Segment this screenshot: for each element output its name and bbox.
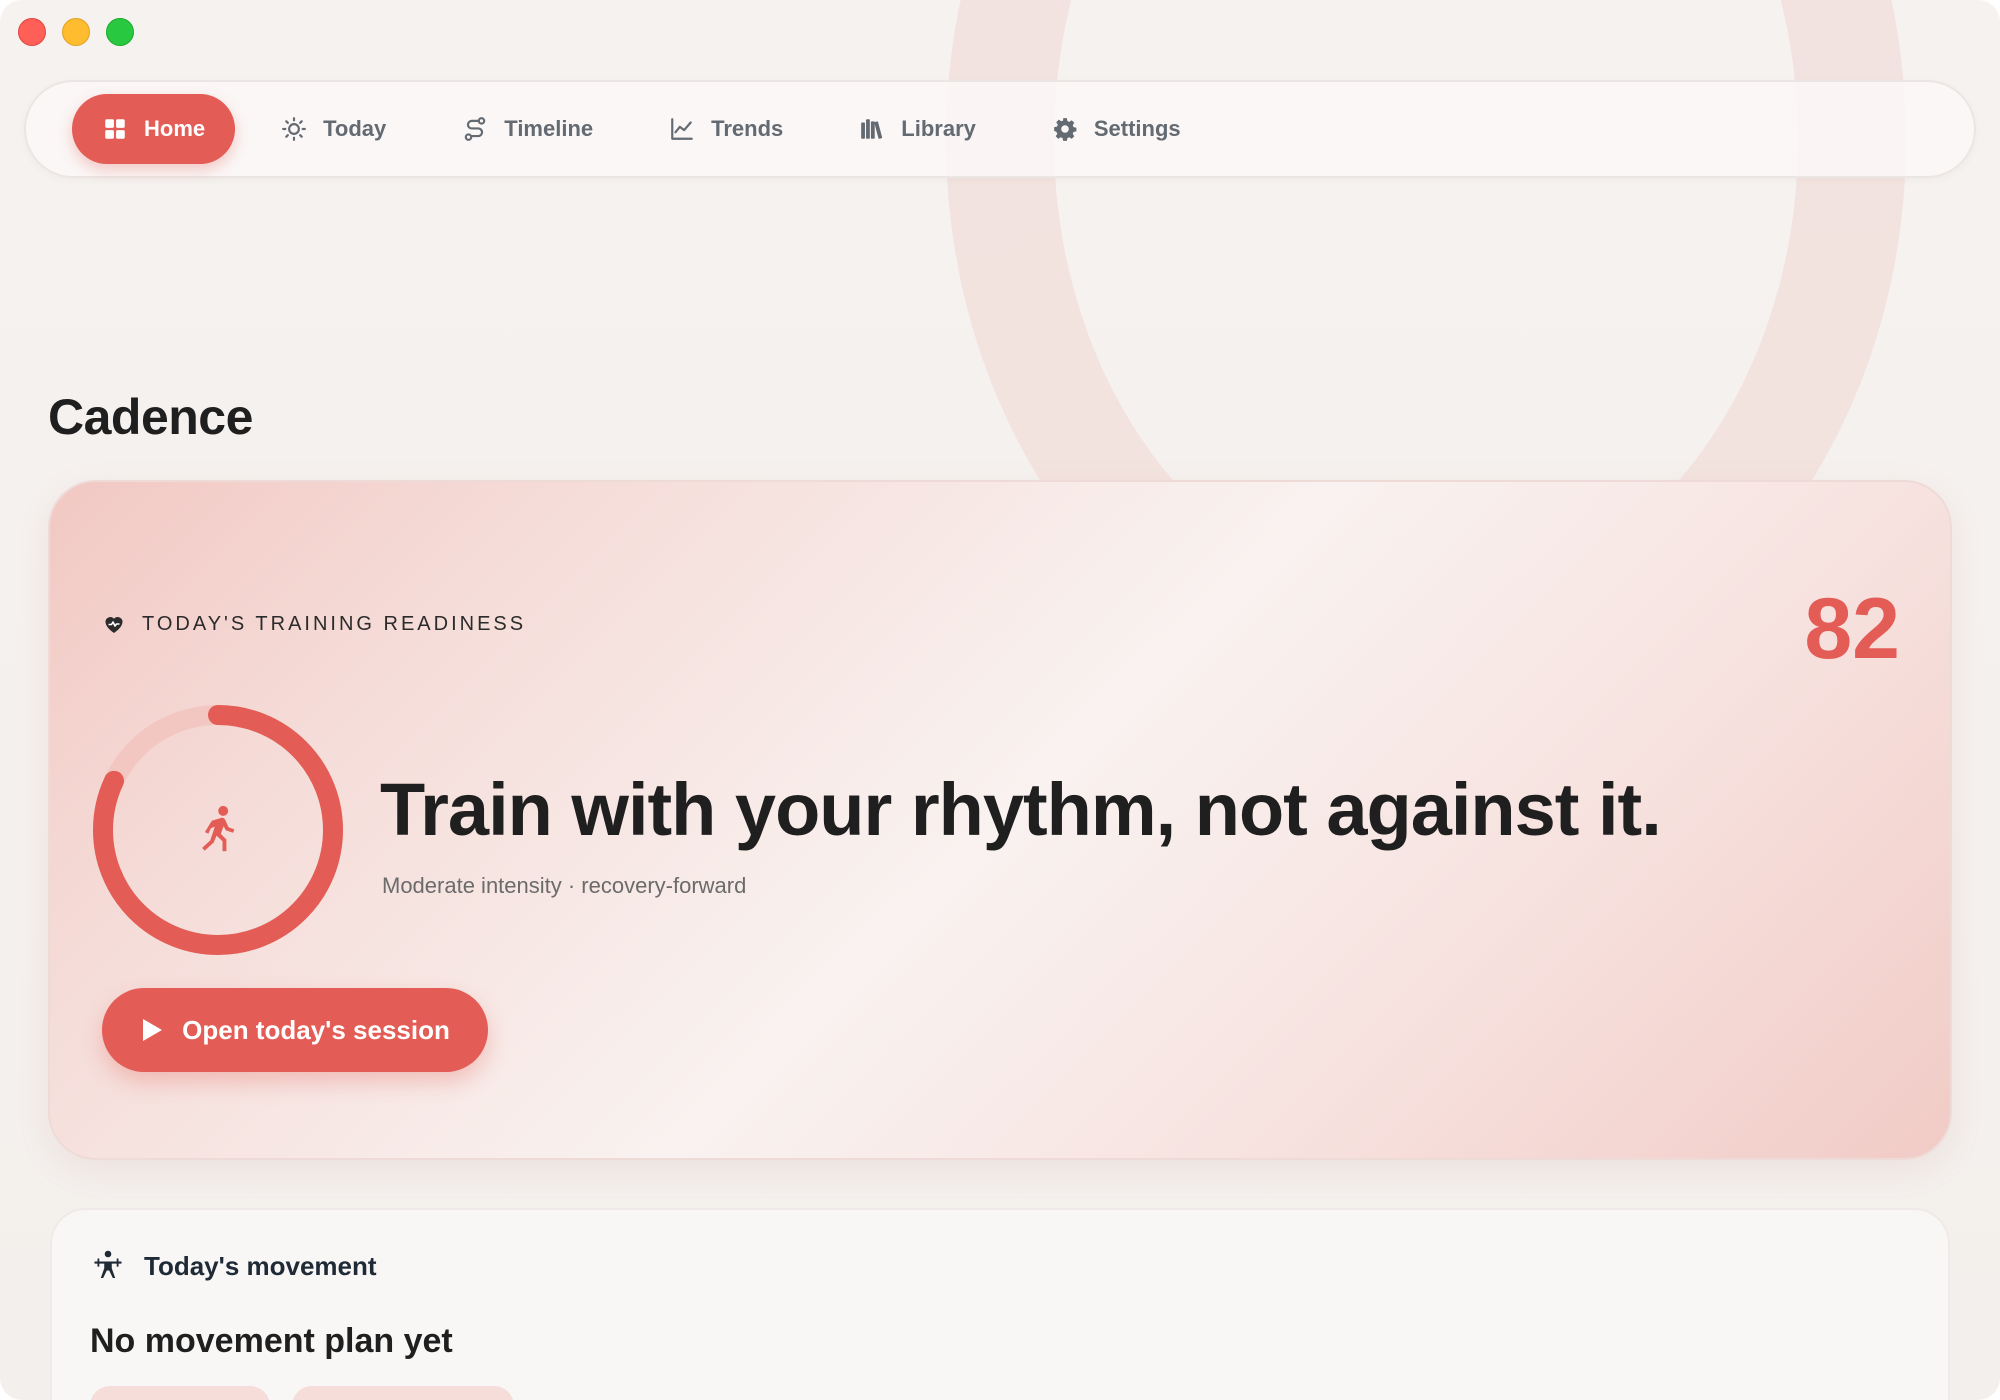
nav-item-today[interactable]: Today [251,94,416,164]
nav-item-label: Library [901,116,976,141]
readiness-headline: Train with your rhythm, not against it. [380,768,1662,851]
open-session-label: Open today's session [182,1014,450,1045]
grid-icon [105,119,125,139]
running-icon [202,805,235,852]
minimize-window-button[interactable] [62,18,90,46]
nav-item-home[interactable]: Home [72,94,236,164]
page-title: Cadence [48,389,253,445]
movement-empty-title: No movement plan yet [90,1322,453,1360]
heart-pulse-icon [105,617,123,633]
readiness-kicker-label: TODAY'S TRAINING READINESS [142,612,527,635]
route-icon [464,117,486,141]
readiness-score: 82 [1804,581,1900,677]
nav-item-label: Trends [711,116,784,141]
window-controls [18,18,134,46]
books-icon [861,119,883,139]
play-icon [143,1019,163,1041]
weightlifter-icon [94,1250,122,1278]
nav-item-label: Timeline [504,116,594,141]
movement-card-header: Today's movement [90,1248,377,1284]
nav-item-label: Home [144,116,206,141]
close-window-button[interactable] [18,18,46,46]
movement-chip[interactable] [90,1386,270,1400]
readiness-ring [88,700,348,960]
readiness-subline: Moderate intensity · recovery-forward [382,873,747,898]
top-navigation: Home Today Timeline Trends Library Setti… [24,80,1976,178]
movement-card: Today's movement No movement plan yet [50,1208,1950,1400]
open-session-button[interactable]: Open today's session [102,988,488,1072]
nav-item-timeline[interactable]: Timeline [432,94,623,164]
nav-item-label: Today [323,116,387,141]
readiness-kicker: TODAY'S TRAINING READINESS [102,612,526,636]
line-chart-icon [671,118,693,140]
movement-chip[interactable] [292,1386,514,1400]
readiness-card: TODAY'S TRAINING READINESS 82 Train with… [48,480,1952,1160]
nav-item-label: Settings [1093,116,1181,141]
nav-item-library[interactable]: Library [829,94,1006,164]
nav-item-trends[interactable]: Trends [639,94,813,164]
movement-card-title: Today's movement [144,1250,377,1281]
sun-icon [282,117,307,141]
nav-item-settings[interactable]: Settings [1022,94,1211,164]
app-window: Home Today Timeline Trends Library Setti… [0,0,2000,1400]
maximize-window-button[interactable] [106,18,134,46]
gear-icon [1054,118,1077,141]
